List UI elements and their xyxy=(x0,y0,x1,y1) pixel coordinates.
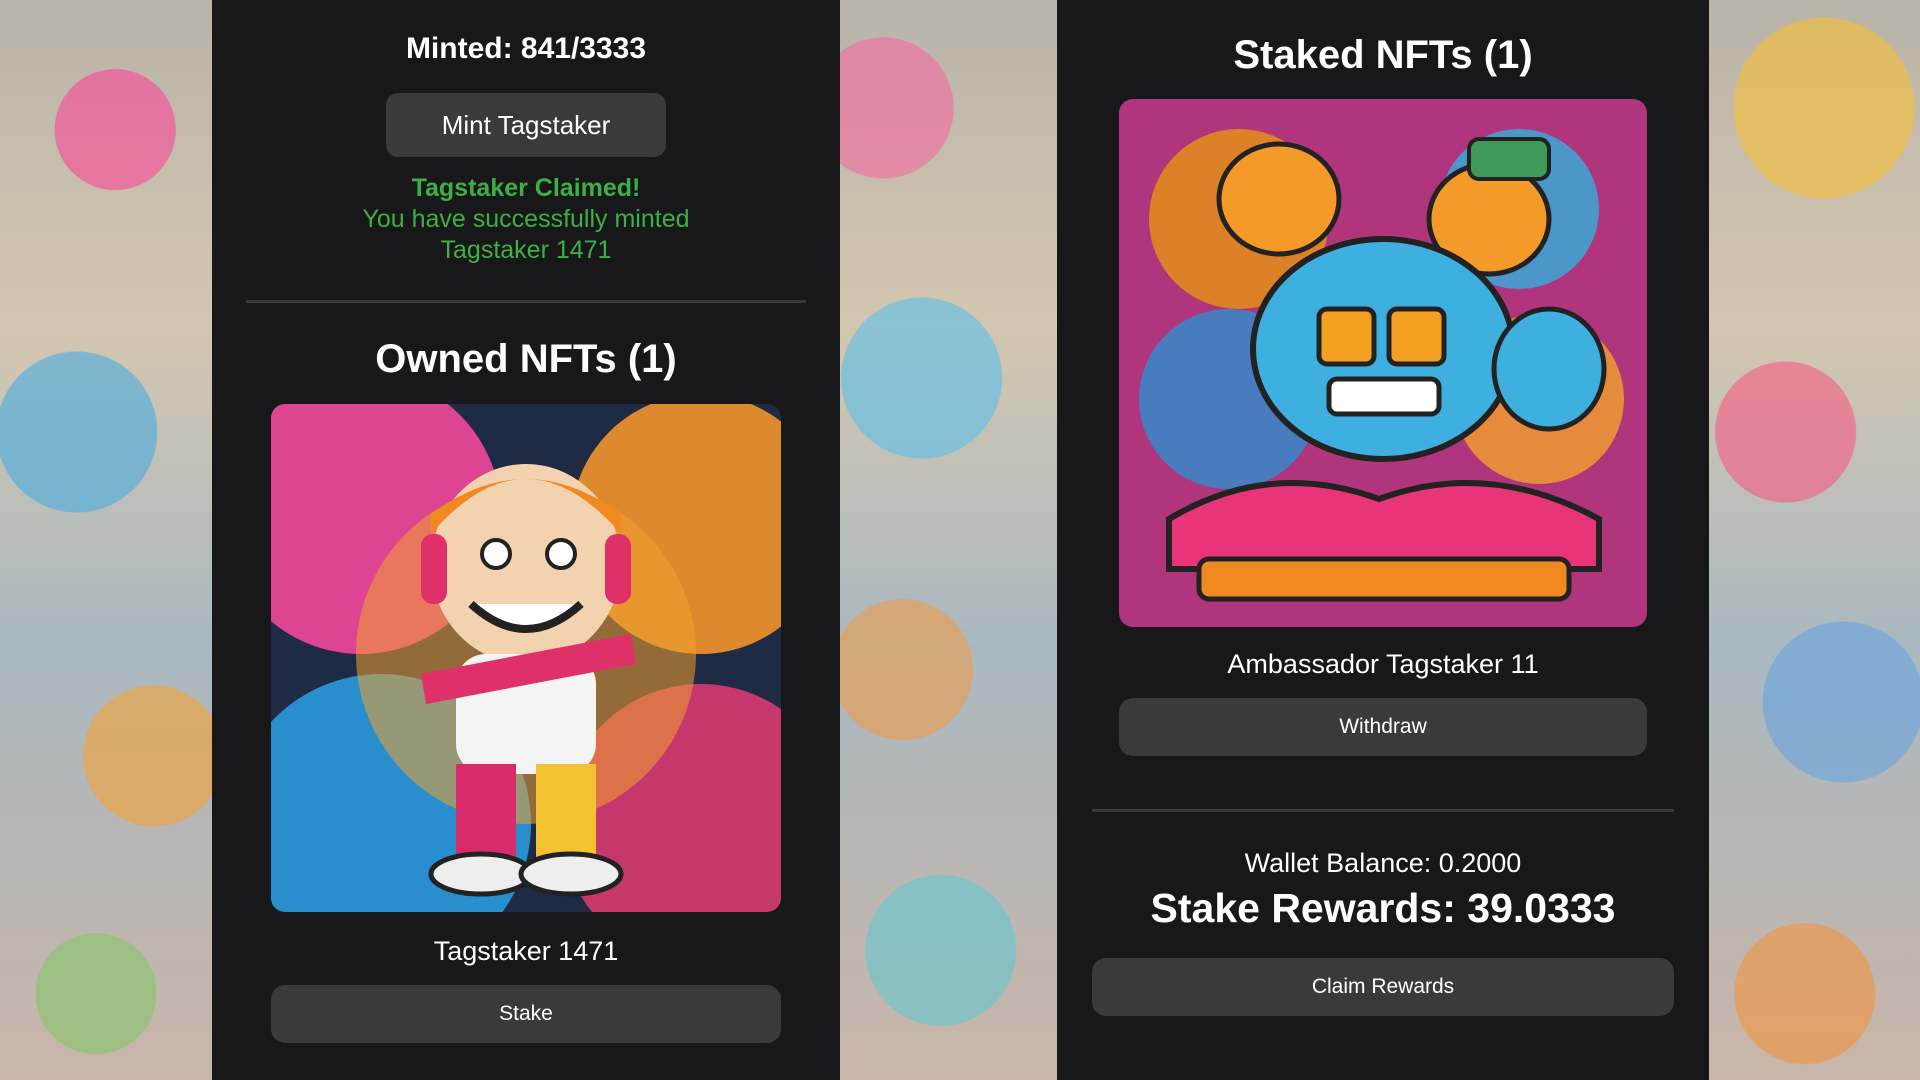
minted-count: Minted: 841/3333 xyxy=(405,32,647,65)
staked-nft-name: Ambassador Tagstaker 11 xyxy=(1227,649,1539,679)
mint-button[interactable]: Mint Tagstaker xyxy=(386,93,666,157)
owned-nft-image xyxy=(271,404,781,912)
success-title: Tagstaker Claimed! xyxy=(411,174,641,202)
owned-nfts-title: Owned NFTs (1) xyxy=(375,337,677,381)
background-graffiti-right xyxy=(1709,0,1920,1080)
divider xyxy=(1092,809,1674,812)
withdraw-button[interactable]: Withdraw xyxy=(1119,698,1647,756)
background-graffiti-center xyxy=(840,0,1057,1080)
success-line-1: You have successfully minted xyxy=(362,205,690,233)
success-line-2: Tagstaker 1471 xyxy=(440,236,612,264)
owned-nft-name: Tagstaker 1471 xyxy=(433,936,619,966)
divider xyxy=(246,300,806,303)
claim-rewards-button[interactable]: Claim Rewards xyxy=(1092,958,1674,1016)
stake-button[interactable]: Stake xyxy=(271,985,781,1043)
staked-nft-image xyxy=(1119,99,1647,627)
mint-success-message: Tagstaker Claimed! You have successfully… xyxy=(362,173,689,266)
background-graffiti-left xyxy=(0,0,212,1080)
mint-panel: Minted: 841/3333 Mint Tagstaker Tagstake… xyxy=(212,0,840,1080)
wallet-balance: Wallet Balance: 0.2000 xyxy=(1244,848,1522,878)
stake-rewards: Stake Rewards: 39.0333 xyxy=(1150,885,1616,931)
staking-panel: Staked NFTs (1) Ambassador Tagstaker 11 … xyxy=(1057,0,1709,1080)
staked-nfts-title: Staked NFTs (1) xyxy=(1233,33,1533,77)
